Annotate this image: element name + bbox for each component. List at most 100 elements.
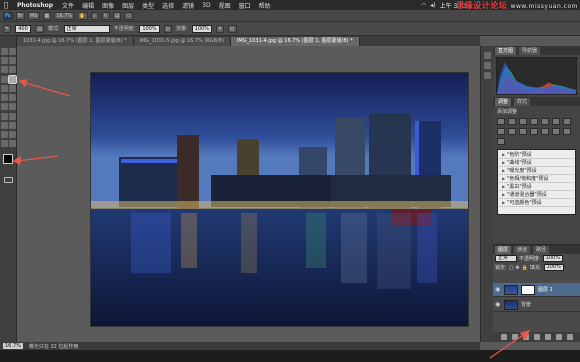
- layer-name[interactable]: 图层 1: [538, 286, 553, 293]
- healing-brush-tool-icon[interactable]: [1, 76, 8, 83]
- preset-exposure[interactable]: "曝光度"预设: [499, 167, 574, 175]
- vibrance-icon[interactable]: [541, 118, 549, 125]
- 3d-rotate-tool-icon[interactable]: [1, 131, 8, 138]
- fx-icon[interactable]: [511, 334, 518, 340]
- zoom-level-select[interactable]: 16.7%: [54, 11, 75, 20]
- marquee-tool-icon[interactable]: [9, 48, 16, 55]
- menu-filter[interactable]: 滤镜: [178, 1, 198, 10]
- history-panel-icon[interactable]: [484, 52, 491, 59]
- menu-file[interactable]: 文件: [58, 1, 78, 10]
- color-balance-icon[interactable]: [563, 118, 571, 125]
- tab-histogram[interactable]: 直方图: [495, 46, 517, 55]
- menu-type[interactable]: 类型: [138, 1, 158, 10]
- layer-row-2[interactable]: ◉ 背景: [493, 298, 580, 312]
- preset-curves[interactable]: "曲线"预设: [499, 159, 574, 167]
- history-brush-tool-icon[interactable]: [9, 85, 16, 92]
- zoom-tool-icon-tb[interactable]: [9, 140, 16, 147]
- path-select-tool-icon[interactable]: [1, 122, 8, 129]
- menu-select[interactable]: 选择: [158, 1, 178, 10]
- rotate-view-icon[interactable]: ↻: [101, 11, 110, 20]
- photo-filter-icon[interactable]: [508, 128, 516, 135]
- menu-image[interactable]: 图像: [98, 1, 118, 10]
- menu-layer[interactable]: 图层: [118, 1, 138, 10]
- mode-select[interactable]: 正常: [63, 24, 110, 33]
- tab-navigator[interactable]: 导航器: [519, 46, 541, 55]
- lasso-tool-icon[interactable]: [1, 57, 8, 64]
- layer-name[interactable]: 背景: [521, 301, 531, 308]
- preset-hue-saturation[interactable]: "色相/饱和度"预设: [499, 175, 574, 183]
- exposure-icon[interactable]: [530, 118, 538, 125]
- posterize-icon[interactable]: [541, 128, 549, 135]
- lock-all-icon[interactable]: 🔒: [522, 265, 528, 271]
- lock-pixels-icon[interactable]: ▢: [509, 265, 514, 271]
- wifi-icon[interactable]: ◠: [421, 2, 426, 9]
- visibility-eye-icon[interactable]: ◉: [495, 286, 501, 293]
- brush-tool-preset-icon[interactable]: ✎: [3, 24, 12, 33]
- minibridge-icon[interactable]: Mb: [28, 11, 40, 20]
- pen-tool-icon[interactable]: [1, 113, 8, 120]
- shape-tool-icon[interactable]: [9, 122, 16, 129]
- menu-3d[interactable]: 3D: [198, 2, 214, 9]
- hand-tool-icon-tb[interactable]: [1, 140, 8, 147]
- blur-tool-icon[interactable]: [1, 103, 8, 110]
- preset-black-white[interactable]: "黑白"预设: [499, 183, 574, 191]
- bridge-icon[interactable]: Br: [15, 11, 26, 20]
- tab-layers[interactable]: 图层: [495, 245, 512, 254]
- visibility-eye-icon[interactable]: ◉: [495, 301, 501, 308]
- menu-edit[interactable]: 编辑: [78, 1, 98, 10]
- layer-mask-thumbnail[interactable]: [521, 284, 535, 295]
- color-panel-icon[interactable]: [484, 72, 491, 79]
- tab-document-1[interactable]: 1031-4.jpg @ 16.7% (图层 1, 图层蒙版/8) *: [17, 37, 134, 46]
- tab-adjustments[interactable]: 调整: [495, 97, 512, 106]
- black-white-icon[interactable]: [497, 128, 505, 135]
- document-image[interactable]: [91, 73, 468, 326]
- dodge-tool-icon[interactable]: [9, 103, 16, 110]
- menu-view[interactable]: 视图: [215, 1, 235, 10]
- preset-channel-mixer[interactable]: "通道混合器"预设: [499, 191, 574, 199]
- blend-mode-select[interactable]: 正常: [495, 255, 517, 262]
- quick-mask-icon[interactable]: [4, 177, 13, 183]
- view-extras-icon[interactable]: ▦: [42, 11, 52, 20]
- delete-layer-icon[interactable]: [566, 334, 573, 340]
- menu-help[interactable]: 帮助: [255, 1, 275, 10]
- layer-opacity-input[interactable]: 100%: [542, 255, 563, 262]
- levels-icon[interactable]: [508, 118, 516, 125]
- threshold-icon[interactable]: [552, 128, 560, 135]
- curves-icon[interactable]: [519, 118, 527, 125]
- arrange-documents-icon[interactable]: ▤: [112, 11, 122, 20]
- clone-stamp-tool-icon[interactable]: [1, 85, 8, 92]
- layer-fill-input[interactable]: 100%: [543, 264, 564, 271]
- ps-logo-icon[interactable]: Ps: [3, 11, 13, 20]
- status-zoom[interactable]: 16.7%: [3, 343, 23, 349]
- brush-size-picker[interactable]: 400: [15, 24, 32, 33]
- foreground-color-swatch[interactable]: [3, 154, 13, 164]
- tab-paths[interactable]: 路径: [533, 245, 550, 254]
- airbrush-icon[interactable]: ✈: [215, 24, 225, 33]
- screen-mode-icon[interactable]: ▭: [124, 11, 134, 20]
- app-menu[interactable]: Photoshop: [12, 2, 58, 9]
- new-layer-icon[interactable]: [555, 334, 562, 340]
- selective-color-icon[interactable]: [497, 138, 505, 145]
- gradient-map-icon[interactable]: [563, 128, 571, 135]
- actions-panel-icon[interactable]: [484, 62, 491, 69]
- lock-position-icon[interactable]: ✥: [515, 265, 519, 271]
- pressure-opacity-icon[interactable]: ◎: [163, 24, 172, 33]
- move-tool-icon[interactable]: [1, 48, 8, 55]
- brush-panel-icon[interactable]: ▤: [35, 24, 44, 33]
- new-adjustment-layer-icon[interactable]: [533, 334, 540, 340]
- zoom-tool-icon[interactable]: ⌕: [90, 11, 99, 20]
- 3d-camera-tool-icon[interactable]: [9, 131, 16, 138]
- tab-channels[interactable]: 通道: [514, 245, 531, 254]
- apple-icon[interactable]: : [0, 1, 12, 9]
- add-mask-icon[interactable]: [522, 334, 529, 340]
- pressure-size-icon[interactable]: ◎: [228, 24, 237, 33]
- preset-levels[interactable]: "色阶"预设: [499, 151, 574, 159]
- preset-selective-color[interactable]: "可选颜色"预设: [499, 199, 574, 207]
- layer-row-1[interactable]: ◉ 图层 1: [493, 283, 580, 297]
- channel-mixer-icon[interactable]: [519, 128, 527, 135]
- tab-styles[interactable]: 样式: [514, 97, 531, 106]
- hue-saturation-icon[interactable]: [552, 118, 560, 125]
- type-tool-icon[interactable]: [9, 113, 16, 120]
- hand-tool-icon[interactable]: ✋: [77, 11, 88, 20]
- crop-tool-icon[interactable]: [1, 66, 8, 73]
